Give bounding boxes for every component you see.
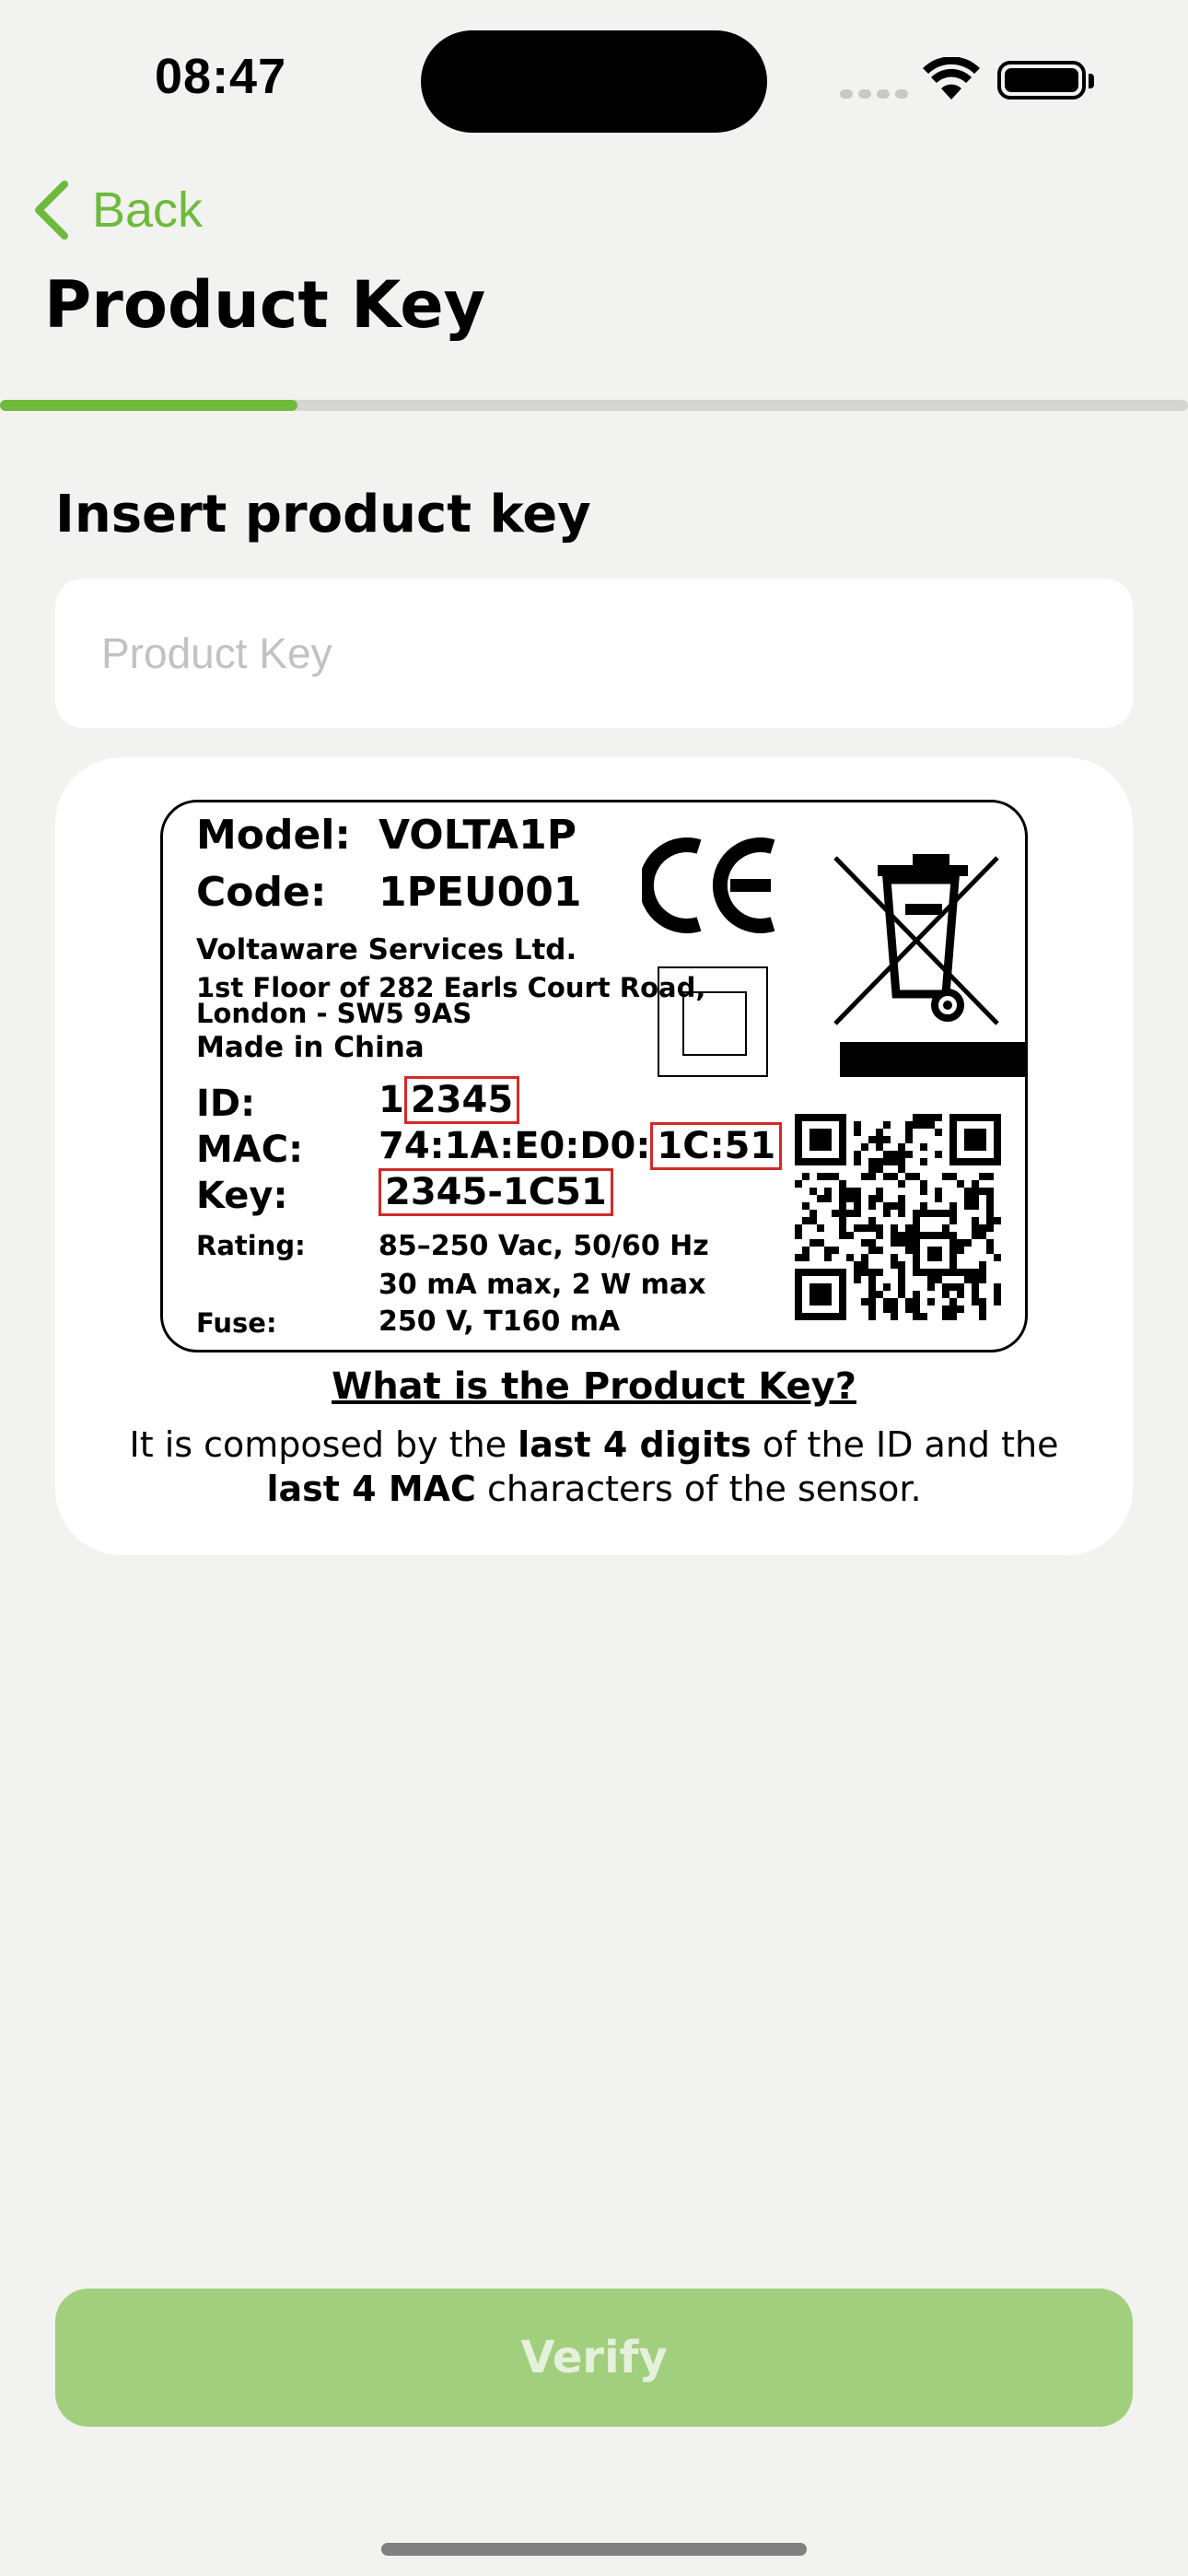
code-value: 1PEU001 bbox=[379, 869, 582, 916]
home-indicator bbox=[381, 2543, 807, 2556]
id-label: ID: bbox=[196, 1083, 256, 1125]
help-card: Model: VOLTA1P Code: 1PEU001 Voltaware S… bbox=[55, 757, 1133, 1555]
code-label: Code: bbox=[196, 869, 327, 916]
key-label: Key: bbox=[196, 1175, 288, 1217]
help-text-part: It is composed by the bbox=[129, 1424, 518, 1465]
id-value: 1 2345 bbox=[379, 1076, 520, 1124]
cellular-signal-icon bbox=[840, 85, 914, 102]
back-label: Back bbox=[92, 182, 204, 238]
chevron-left-icon bbox=[35, 181, 68, 240]
model-label: Model: bbox=[196, 812, 352, 859]
back-button[interactable]: Back bbox=[33, 181, 203, 240]
help-bold-digits: last 4 digits bbox=[518, 1424, 751, 1465]
help-bold-mac: last 4 MAC bbox=[266, 1469, 476, 1509]
battery-icon bbox=[997, 61, 1094, 100]
id-highlight: 2345 bbox=[403, 1076, 520, 1124]
progress-bar bbox=[0, 400, 1188, 411]
product-key-input[interactable] bbox=[55, 579, 1133, 728]
ce-mark-icon bbox=[642, 837, 775, 933]
model-value: VOLTA1P bbox=[379, 812, 577, 859]
weee-bar bbox=[840, 1042, 1028, 1077]
rating-line2: 30 mA max, 2 W max bbox=[379, 1269, 706, 1301]
double-insulation-icon bbox=[658, 966, 768, 1077]
id-prefix: 1 bbox=[379, 1079, 404, 1121]
qr-code-icon bbox=[795, 1114, 1001, 1320]
mac-prefix: 74:1A:E0:D0: bbox=[379, 1125, 651, 1167]
mac-label: MAC: bbox=[196, 1129, 304, 1171]
fuse-value: 250 V, T160 mA bbox=[379, 1306, 621, 1338]
help-text-part: characters of the sensor. bbox=[475, 1469, 922, 1509]
key-value-wrap: 2345-1C51 bbox=[379, 1168, 613, 1216]
help-title: What is the Product Key? bbox=[332, 1365, 856, 1408]
address-line2: London - SW5 9AS bbox=[196, 998, 472, 1029]
rating-line1: 85–250 Vac, 50/60 Hz bbox=[379, 1230, 709, 1262]
mac-highlight: 1C:51 bbox=[650, 1122, 783, 1170]
wifi-icon bbox=[923, 57, 980, 100]
section-heading: Insert product key bbox=[55, 485, 591, 544]
mac-value: 74:1A:E0:D0: 1C:51 bbox=[379, 1122, 783, 1170]
help-text-part: of the ID and the bbox=[751, 1424, 1059, 1465]
help-text: It is composed by the last 4 digits of t… bbox=[92, 1423, 1096, 1511]
verify-button[interactable]: Verify bbox=[55, 2289, 1133, 2427]
status-time: 08:47 bbox=[155, 49, 287, 104]
company-name: Voltaware Services Ltd. bbox=[196, 933, 577, 966]
page-title: Product Key bbox=[44, 267, 486, 343]
made-in: Made in China bbox=[196, 1031, 425, 1064]
rating-label: Rating: bbox=[196, 1230, 306, 1261]
weee-bin-icon bbox=[833, 854, 999, 1025]
product-label-image: Model: VOLTA1P Code: 1PEU001 Voltaware S… bbox=[160, 800, 1028, 1352]
dynamic-island bbox=[421, 30, 767, 133]
key-value: 2345-1C51 bbox=[379, 1168, 613, 1216]
progress-fill bbox=[0, 400, 297, 411]
fuse-label: Fuse: bbox=[196, 1307, 277, 1339]
